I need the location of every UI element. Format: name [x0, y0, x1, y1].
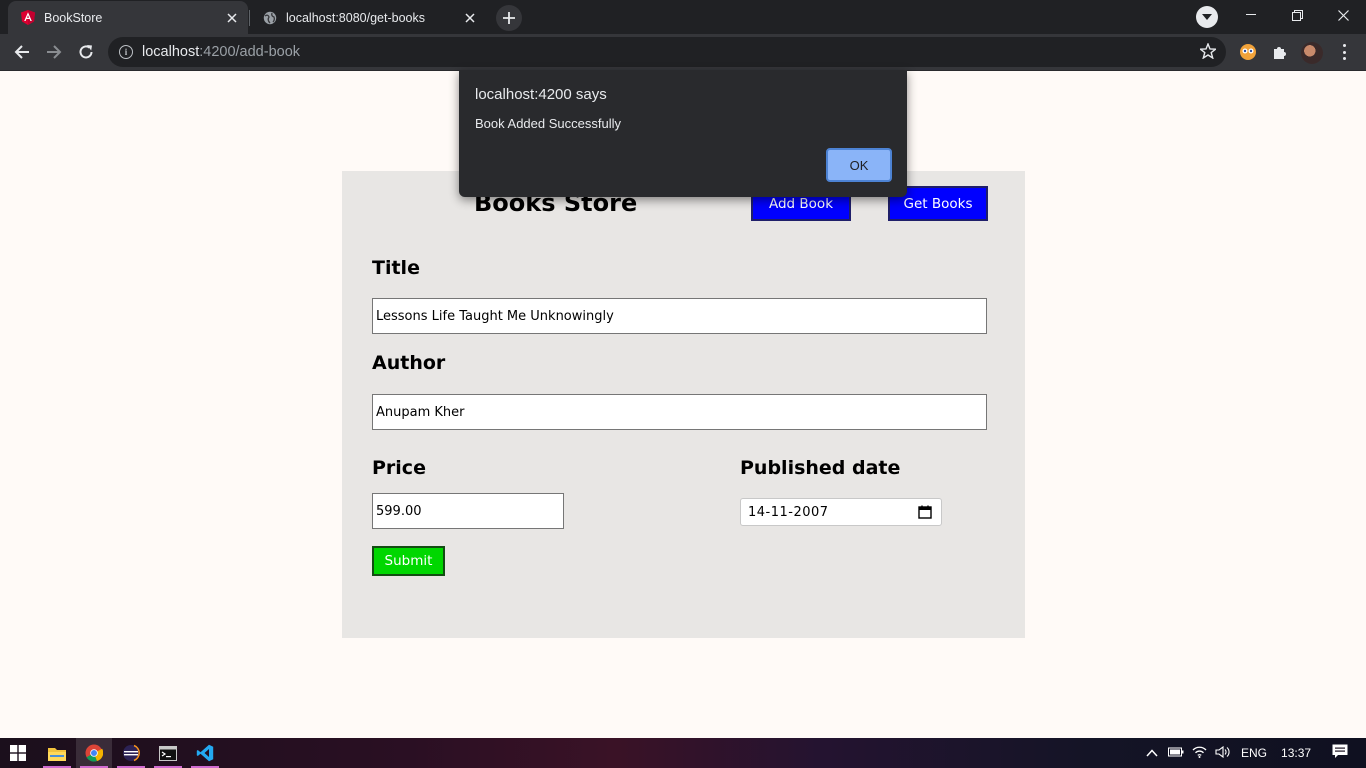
- restore-icon: [1291, 9, 1303, 21]
- clock[interactable]: 13:37: [1281, 746, 1311, 760]
- file-explorer-icon[interactable]: [39, 738, 75, 768]
- alert-dialog: localhost:4200 says Book Added Successfu…: [459, 70, 907, 197]
- plus-icon: [503, 12, 515, 24]
- calendar-icon[interactable]: [918, 505, 932, 523]
- url-path: :4200/add-book: [199, 44, 301, 60]
- tab-title: BookStore: [44, 10, 103, 25]
- chevron-up-icon[interactable]: [1146, 746, 1158, 760]
- more-menu-icon[interactable]: [1337, 42, 1351, 62]
- book-form-card: Books Store Add Book Get Books Title Les…: [342, 171, 1025, 638]
- back-button[interactable]: [9, 39, 35, 65]
- minimize-icon: [1246, 14, 1256, 15]
- tab-bookstore[interactable]: BookStore: [8, 1, 248, 34]
- windows-start-icon[interactable]: [0, 738, 36, 768]
- tab-title: localhost:8080/get-books: [286, 10, 425, 25]
- close-icon: [1337, 9, 1349, 21]
- published-date-label: Published date: [740, 457, 901, 479]
- battery-icon[interactable]: [1168, 746, 1184, 760]
- price-label: Price: [372, 457, 426, 479]
- restore-button[interactable]: [1274, 0, 1320, 30]
- title-input[interactable]: Lessons Life Taught Me Unknowingly: [372, 298, 987, 334]
- vscode-icon[interactable]: [187, 738, 223, 768]
- title-label: Title: [372, 257, 420, 279]
- alert-message: Book Added Successfully: [475, 116, 621, 131]
- close-icon[interactable]: [224, 10, 240, 26]
- author-input[interactable]: Anupam Kher: [372, 394, 987, 430]
- wifi-icon[interactable]: [1192, 746, 1207, 761]
- alert-title: localhost:4200 says: [475, 86, 607, 103]
- command-prompt-icon[interactable]: [150, 738, 186, 768]
- eclipse-icon[interactable]: [113, 738, 149, 768]
- puzzle-icon[interactable]: [1270, 42, 1290, 62]
- tab-get-books[interactable]: localhost:8080/get-books: [250, 1, 486, 34]
- chevron-down-icon: [1202, 14, 1212, 20]
- minimize-button[interactable]: [1228, 0, 1274, 30]
- tab-search-button[interactable]: [1196, 6, 1218, 28]
- forward-button[interactable]: [41, 39, 67, 65]
- submit-button[interactable]: Submit: [372, 546, 445, 576]
- address-bar[interactable]: i localhost:4200/add-book: [108, 37, 1226, 67]
- new-tab-button[interactable]: [496, 5, 522, 31]
- notification-icon[interactable]: [1332, 744, 1348, 762]
- price-input[interactable]: 599.00: [372, 493, 564, 529]
- reload-icon: [79, 45, 93, 59]
- taskbar: ENG 13:37: [0, 738, 1366, 768]
- close-icon[interactable]: [462, 10, 478, 26]
- language-indicator[interactable]: ENG: [1241, 746, 1267, 760]
- system-tray: ENG 13:37: [1146, 738, 1348, 768]
- volume-icon[interactable]: [1215, 745, 1231, 761]
- bookmark-star-icon[interactable]: [1198, 42, 1218, 63]
- info-icon[interactable]: i: [119, 45, 133, 59]
- profile-avatar[interactable]: [1301, 42, 1323, 64]
- author-label: Author: [372, 352, 446, 374]
- browser-toolbar: i localhost:4200/add-book: [0, 34, 1366, 71]
- date-value: 14-11-2007: [748, 504, 829, 520]
- ok-button[interactable]: OK: [826, 148, 892, 182]
- published-date-input[interactable]: 14-11-2007: [740, 498, 942, 526]
- globe-icon: [262, 10, 278, 26]
- browser-tab-strip: BookStore localhost:8080/get-books: [0, 0, 1366, 34]
- close-window-button[interactable]: [1320, 0, 1366, 30]
- reload-button[interactable]: [73, 39, 99, 65]
- arrow-right-icon: [47, 45, 62, 59]
- angular-icon: [20, 10, 36, 26]
- chrome-taskbar-icon[interactable]: [76, 738, 112, 768]
- arrow-left-icon: [14, 45, 29, 59]
- extension-icon[interactable]: [1238, 42, 1258, 62]
- url-host: localhost: [142, 44, 200, 60]
